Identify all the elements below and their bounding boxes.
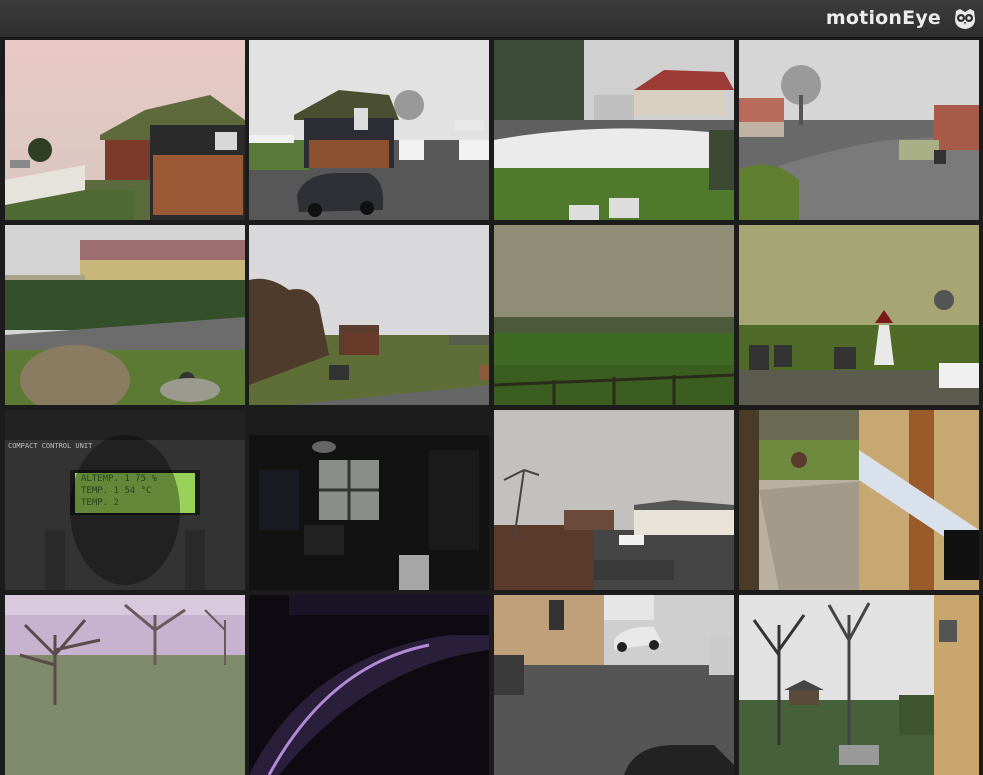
- camera-image: [494, 40, 734, 220]
- camera-frame[interactable]: [5, 225, 245, 405]
- camera-frame[interactable]: [249, 40, 489, 220]
- camera-frame[interactable]: [249, 225, 489, 405]
- camera-image: [739, 225, 979, 405]
- camera-image: [739, 595, 979, 775]
- camera-frame[interactable]: [5, 595, 245, 775]
- app-title[interactable]: motionEye: [826, 7, 941, 29]
- camera-frame[interactable]: [739, 410, 979, 590]
- camera-image: [739, 40, 979, 220]
- lcd-line: TEMP. 1 54 °C: [81, 486, 152, 496]
- camera-frame[interactable]: [249, 410, 489, 590]
- top-bar: motionEye: [0, 0, 983, 38]
- camera-image: [5, 410, 245, 590]
- camera-frame[interactable]: [739, 40, 979, 220]
- camera-image: [494, 410, 734, 590]
- camera-image: [739, 410, 979, 590]
- camera-image: [5, 40, 245, 220]
- lcd-title: COMPACT CONTROL UNIT: [8, 442, 93, 450]
- camera-frame[interactable]: [249, 595, 489, 775]
- owl-icon[interactable]: [953, 6, 977, 30]
- camera-image: [494, 595, 734, 775]
- camera-frame[interactable]: [494, 225, 734, 405]
- camera-image: [249, 595, 489, 775]
- camera-frame[interactable]: [5, 40, 245, 220]
- camera-frame[interactable]: COMPACT CONTROL UNIT ALTEMP. 1 75 % TEMP…: [5, 410, 245, 590]
- camera-image: [5, 595, 245, 775]
- lcd-line: TEMP. 2: [81, 498, 119, 508]
- camera-frame[interactable]: [494, 40, 734, 220]
- camera-image: [5, 225, 245, 405]
- camera-image: [249, 40, 489, 220]
- camera-frame[interactable]: [739, 595, 979, 775]
- camera-image: [494, 225, 734, 405]
- camera-grid: COMPACT CONTROL UNIT ALTEMP. 1 75 % TEMP…: [0, 37, 983, 775]
- camera-image: [249, 410, 489, 590]
- lcd-line: ALTEMP. 1 75 %: [81, 474, 157, 484]
- camera-frame[interactable]: [739, 225, 979, 405]
- camera-image: [249, 225, 489, 405]
- camera-frame[interactable]: [494, 595, 734, 775]
- camera-frame[interactable]: [494, 410, 734, 590]
